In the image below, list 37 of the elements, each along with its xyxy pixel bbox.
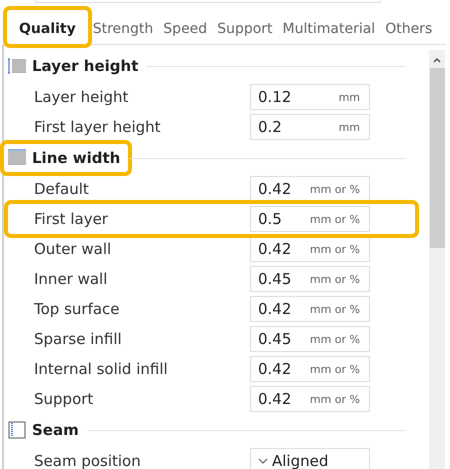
number-field[interactable]: 0.2 mm xyxy=(250,114,370,140)
number-field[interactable]: 0.45 mm or % xyxy=(250,266,370,292)
setting-label: Default xyxy=(34,178,90,200)
dropdown[interactable]: Aligned xyxy=(250,448,370,469)
section-title: Layer height xyxy=(32,56,138,77)
zipper-icon xyxy=(8,421,26,439)
number-field[interactable]: 0.5 mm or % xyxy=(250,206,370,232)
setting-label: First layer height xyxy=(34,116,162,138)
setting-label: Sparse infill xyxy=(34,328,123,350)
number-field[interactable]: 0.42 mm or % xyxy=(250,176,370,202)
tab[interactable]: Speed xyxy=(158,10,212,44)
setting-label: Support xyxy=(34,388,94,410)
number-field[interactable]: 0.12 mm xyxy=(250,84,370,110)
section-title: Seam xyxy=(32,420,79,441)
number-field[interactable]: 0.42 mm or % xyxy=(250,296,370,322)
setting-label: First layer xyxy=(34,208,109,230)
setting-label: Seam position xyxy=(34,450,142,469)
tab[interactable]: Multimaterial xyxy=(278,10,380,44)
setting-label: Internal solid infill xyxy=(34,358,169,380)
tab[interactable]: Support xyxy=(212,10,278,44)
number-field[interactable]: 0.42 mm or % xyxy=(250,236,370,262)
lines-icon xyxy=(8,149,26,167)
section-title: Line width xyxy=(32,148,120,169)
scroll-up-icon[interactable] xyxy=(432,56,442,64)
chevron-icon xyxy=(258,458,268,464)
setting-label: Top surface xyxy=(34,298,121,320)
tab[interactable]: Others xyxy=(380,10,438,44)
setting-label: Inner wall xyxy=(34,268,108,290)
lines-icon xyxy=(8,57,26,75)
tab[interactable]: Quality xyxy=(7,10,88,44)
tab[interactable]: Strength xyxy=(88,10,158,44)
scrollbar[interactable] xyxy=(429,50,445,469)
number-field[interactable]: 0.42 mm or % xyxy=(250,386,370,412)
number-field[interactable]: 0.42 mm or % xyxy=(250,356,370,382)
setting-label: Outer wall xyxy=(34,238,112,260)
number-field[interactable]: 0.45 mm or % xyxy=(250,326,370,352)
setting-label: Layer height xyxy=(34,86,130,108)
